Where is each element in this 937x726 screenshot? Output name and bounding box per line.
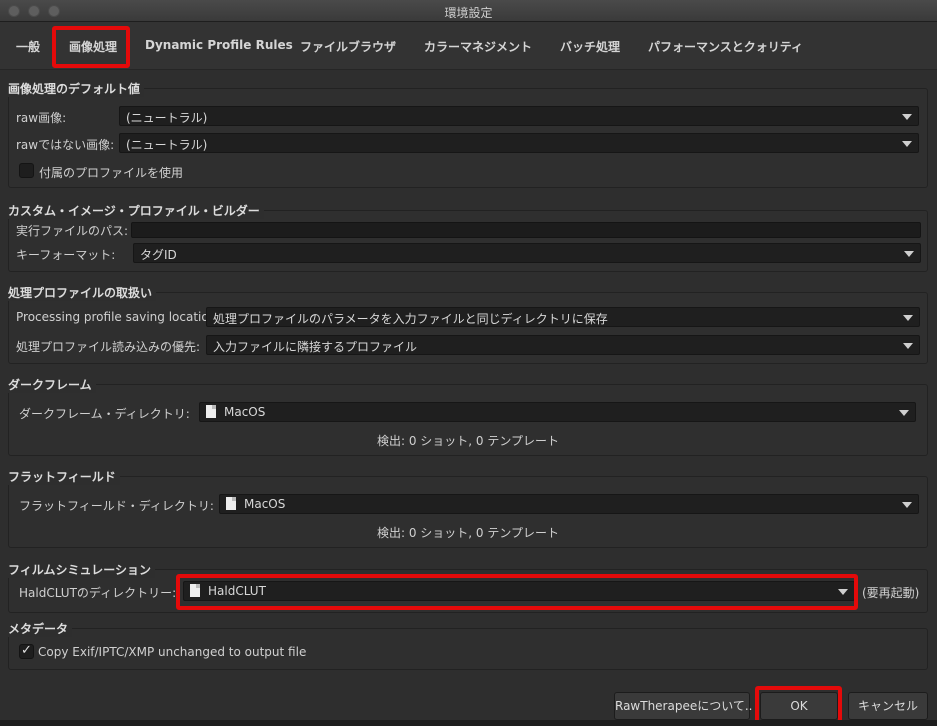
saving-location-select[interactable]: 処理プロファイルのパラメータを入力ファイルと同じディレクトリに保存 bbox=[206, 307, 920, 327]
defaults-group: raw画像: (ニュートラル) rawではない画像: (ニュートラル) 付属のプ… bbox=[8, 88, 928, 188]
saving-location-value: 処理プロファイルのパラメータを入力ファイルと同じディレクトリに保存 bbox=[213, 312, 608, 326]
tab-file-browser[interactable]: ファイルブラウザ bbox=[300, 38, 396, 55]
file-icon bbox=[206, 405, 216, 418]
raw-profile-value: (ニュートラル) bbox=[126, 111, 208, 125]
flat-field-group: フラットフィールド・ディレクトリ: MacOS 検出: 0 ショット, 0 テン… bbox=[8, 476, 928, 548]
raw-label: raw画像: bbox=[16, 111, 67, 125]
tab-color-management[interactable]: カラーマネジメント bbox=[424, 38, 532, 55]
dark-frame-dir-label: ダークフレーム・ディレクトリ: bbox=[19, 407, 190, 421]
executable-path-input[interactable] bbox=[131, 222, 921, 238]
defaults-group-title: 画像処理のデフォルト値 bbox=[8, 80, 145, 97]
flat-field-dir-chooser[interactable]: MacOS bbox=[219, 494, 919, 514]
copy-metadata-checkbox[interactable] bbox=[19, 643, 34, 659]
custom-builder-title: カスタム・イメージ・プロファイル・ビルダー bbox=[8, 202, 264, 219]
tab-image-processing[interactable]: 画像処理 bbox=[69, 38, 117, 55]
window-title: 環境設定 bbox=[444, 6, 493, 20]
load-priority-select[interactable]: 入力ファイルに隣接するプロファイル bbox=[206, 335, 920, 355]
haldclut-dir-value: HaldCLUT bbox=[208, 584, 266, 598]
profile-handling-group: Processing profile saving location: 処理プロ… bbox=[8, 292, 928, 364]
background-strip bbox=[0, 720, 937, 726]
tab-dynamic-profile-rules[interactable]: Dynamic Profile Rules bbox=[145, 38, 293, 52]
flat-field-dir-value: MacOS bbox=[244, 497, 286, 511]
nonraw-label: rawではない画像: bbox=[16, 138, 115, 152]
chevron-down-icon bbox=[904, 251, 914, 257]
sidecar-label: 付属のプロファイルを使用 bbox=[39, 166, 184, 180]
tab-bar: 一般 画像処理 Dynamic Profile Rules ファイルブラウザ カ… bbox=[0, 22, 937, 70]
load-priority-label: 処理プロファイル読み込みの優先: bbox=[16, 340, 201, 354]
chevron-down-icon bbox=[838, 589, 848, 595]
dark-frame-dir-chooser[interactable]: MacOS bbox=[199, 402, 916, 422]
sidecar-checkbox[interactable] bbox=[19, 163, 34, 178]
chevron-down-icon bbox=[902, 502, 912, 508]
flat-field-dir-label: フラットフィールド・ディレクトリ: bbox=[19, 499, 214, 513]
raw-profile-select[interactable]: (ニュートラル) bbox=[119, 106, 919, 126]
chevron-down-icon bbox=[899, 410, 909, 416]
nonraw-profile-value: (ニュートラル) bbox=[126, 138, 208, 152]
dark-frame-group: ダークフレーム・ディレクトリ: MacOS 検出: 0 ショット, 0 テンプレ… bbox=[8, 384, 928, 456]
title-bar: 環境設定 bbox=[0, 0, 937, 22]
keyformat-label: キーフォーマット: bbox=[16, 248, 116, 262]
metadata-title: メタデータ bbox=[8, 620, 73, 637]
haldclut-dir-chooser[interactable]: HaldCLUT bbox=[183, 581, 855, 601]
chevron-down-icon bbox=[903, 315, 913, 321]
nonraw-profile-select[interactable]: (ニュートラル) bbox=[119, 133, 919, 153]
about-button[interactable]: RawTherapeeについて.. bbox=[614, 692, 753, 720]
tab-performance-quality[interactable]: パフォーマンスとクォリティ bbox=[648, 38, 803, 55]
dark-frame-title: ダークフレーム bbox=[8, 376, 96, 393]
cancel-button[interactable]: キャンセル bbox=[848, 692, 928, 720]
file-icon bbox=[190, 584, 200, 597]
file-icon bbox=[226, 497, 236, 510]
dark-frame-found-count: 検出: 0 ショット, 0 テンプレート bbox=[376, 434, 560, 448]
chevron-down-icon bbox=[903, 343, 913, 349]
chevron-down-icon bbox=[902, 141, 912, 147]
tab-general[interactable]: 一般 bbox=[16, 38, 40, 55]
restart-required-note: (要再起動) bbox=[862, 586, 920, 600]
ok-button[interactable]: OK bbox=[760, 692, 838, 720]
tab-batch-processing[interactable]: バッチ処理 bbox=[560, 38, 620, 55]
keyformat-select[interactable]: タグID bbox=[133, 243, 921, 263]
flat-field-found-count: 検出: 0 ショット, 0 テンプレート bbox=[376, 526, 560, 540]
copy-metadata-label: Copy Exif/IPTC/XMP unchanged to output f… bbox=[38, 645, 307, 659]
profile-handling-title: 処理プロファイルの取扱い bbox=[8, 284, 157, 301]
metadata-group: Copy Exif/IPTC/XMP unchanged to output f… bbox=[8, 628, 928, 670]
path-label: 実行ファイルのパス: bbox=[16, 224, 129, 238]
haldclut-dir-label: HaldCLUTのディレクトリー: bbox=[19, 586, 177, 600]
custom-builder-group: 実行ファイルのパス: キーフォーマット: タグID bbox=[8, 210, 928, 272]
keyformat-value: タグID bbox=[140, 248, 177, 262]
flat-field-title: フラットフィールド bbox=[8, 468, 120, 485]
film-sim-title: フィルムシミュレーション bbox=[8, 561, 156, 578]
chevron-down-icon bbox=[902, 114, 912, 120]
saving-location-label: Processing profile saving location: bbox=[16, 310, 221, 324]
dark-frame-dir-value: MacOS bbox=[224, 405, 266, 419]
load-priority-value: 入力ファイルに隣接するプロファイル bbox=[213, 340, 418, 354]
